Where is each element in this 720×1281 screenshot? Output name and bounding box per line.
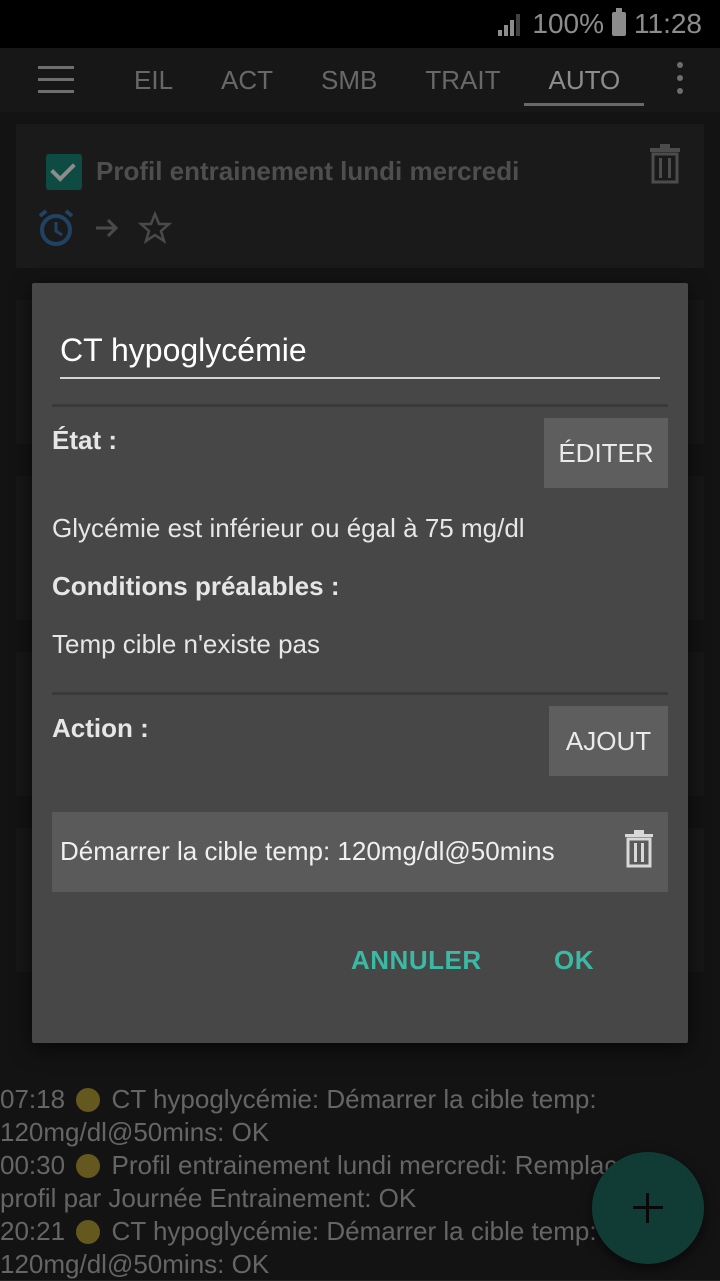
edit-button[interactable]: ÉDITER [544, 418, 668, 488]
action-item-label: Démarrer la cible temp: 120mg/dl@50mins [60, 836, 555, 866]
action-item[interactable]: Démarrer la cible temp: 120mg/dl@50mins [52, 812, 668, 892]
automation-title-input[interactable]: CT hypoglycémie [60, 323, 660, 379]
action-label: Action : [52, 713, 149, 743]
delete-action-icon[interactable] [624, 830, 654, 868]
condition-text: Glycémie est inférieur ou égal à 75 mg/d… [52, 513, 525, 543]
divider [52, 692, 668, 695]
precondition-text: Temp cible n'existe pas [52, 629, 320, 659]
divider [52, 404, 668, 407]
ok-button[interactable]: OK [554, 945, 594, 976]
preconditions-label: Conditions préalables : [52, 571, 340, 601]
edit-automation-dialog: CT hypoglycémie État : ÉDITER Glycémie e… [32, 283, 688, 1043]
cancel-button[interactable]: ANNULER [351, 945, 482, 976]
add-action-button[interactable]: AJOUT [549, 706, 668, 776]
etat-label: État : [52, 425, 117, 455]
